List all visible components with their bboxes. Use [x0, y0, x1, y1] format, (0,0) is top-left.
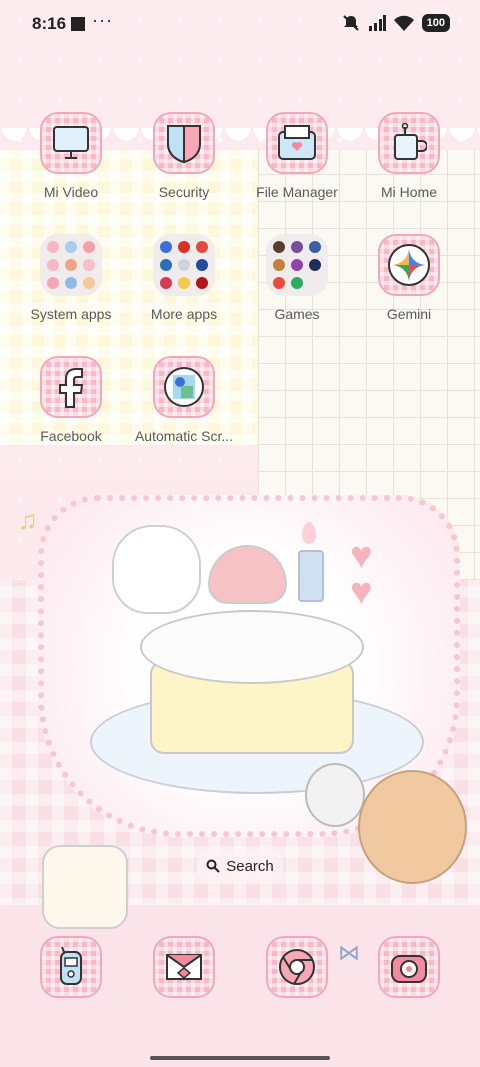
chef-cat-illustration: [42, 845, 128, 929]
app-label: Security: [158, 184, 210, 200]
folder-label: System apps: [30, 306, 112, 322]
app-gemini[interactable]: Gemini: [354, 234, 464, 322]
cake-top-illustration: [140, 610, 364, 684]
music-note-icon: ♫: [18, 505, 38, 535]
bear-illustration: [358, 770, 467, 884]
notification-square-icon: [71, 17, 85, 31]
more-notifications-icon: ···: [92, 10, 113, 30]
envelope-icon: [153, 936, 215, 998]
camera-icon: [378, 936, 440, 998]
app-label: Gemini: [386, 306, 432, 322]
folder-heart-icon: [266, 112, 328, 174]
shield-icon: [153, 112, 215, 174]
folder-games[interactable]: Games: [242, 234, 352, 322]
app-label: File Manager: [256, 184, 338, 200]
battery-icon: 100: [421, 14, 450, 32]
app-label: Mi Video: [43, 184, 99, 200]
app-file-manager[interactable]: File Manager: [242, 112, 352, 200]
mug-icon: [378, 112, 440, 174]
status-time: 8:16: [32, 14, 67, 33]
phone-icon: [40, 936, 102, 998]
app-label: Mi Home: [380, 184, 437, 200]
folder-icon: [40, 234, 102, 296]
signal-icon: [368, 15, 386, 31]
folder-more-apps[interactable]: More apps: [129, 234, 239, 322]
mute-icon: [342, 15, 359, 31]
app-mi-video[interactable]: Mi Video: [16, 112, 126, 200]
tv-icon: [40, 112, 102, 174]
screenshot-icon: [153, 356, 215, 418]
candle-illustration: [298, 550, 324, 602]
app-label: Facebook: [40, 428, 102, 444]
app-facebook[interactable]: Facebook: [16, 356, 126, 444]
app-automatic-screenshot[interactable]: Automatic Scr...: [129, 356, 239, 444]
folder-label: Games: [274, 306, 320, 322]
facebook-icon: [40, 356, 102, 418]
app-mi-home[interactable]: Mi Home: [354, 112, 464, 200]
dock-messages[interactable]: [129, 936, 239, 998]
gesture-nav-bar[interactable]: [150, 1056, 330, 1060]
folder-label: More apps: [150, 306, 218, 322]
app-security[interactable]: Security: [129, 112, 239, 200]
dock-phone[interactable]: [16, 936, 126, 998]
search-button[interactable]: Search: [196, 850, 284, 882]
folder-icon: [153, 234, 215, 296]
bunny-illustration: [112, 525, 201, 614]
status-bar: 8:16 ··· 100: [0, 0, 480, 48]
folder-system-apps[interactable]: System apps: [16, 234, 126, 322]
search-icon: [206, 859, 220, 873]
chrome-icon: [266, 936, 328, 998]
hearts-icon: ♥ ♥: [350, 535, 373, 613]
spoon-illustration: [305, 763, 365, 827]
app-label: Automatic Scr...: [134, 428, 234, 444]
search-label: Search: [226, 857, 274, 875]
dock-camera[interactable]: [354, 936, 464, 998]
gemini-star-icon: [378, 234, 440, 296]
wifi-icon: [393, 15, 414, 31]
folder-icon: [266, 234, 328, 296]
candle-flame-illustration: [302, 522, 316, 544]
dock-chrome[interactable]: [242, 936, 352, 998]
